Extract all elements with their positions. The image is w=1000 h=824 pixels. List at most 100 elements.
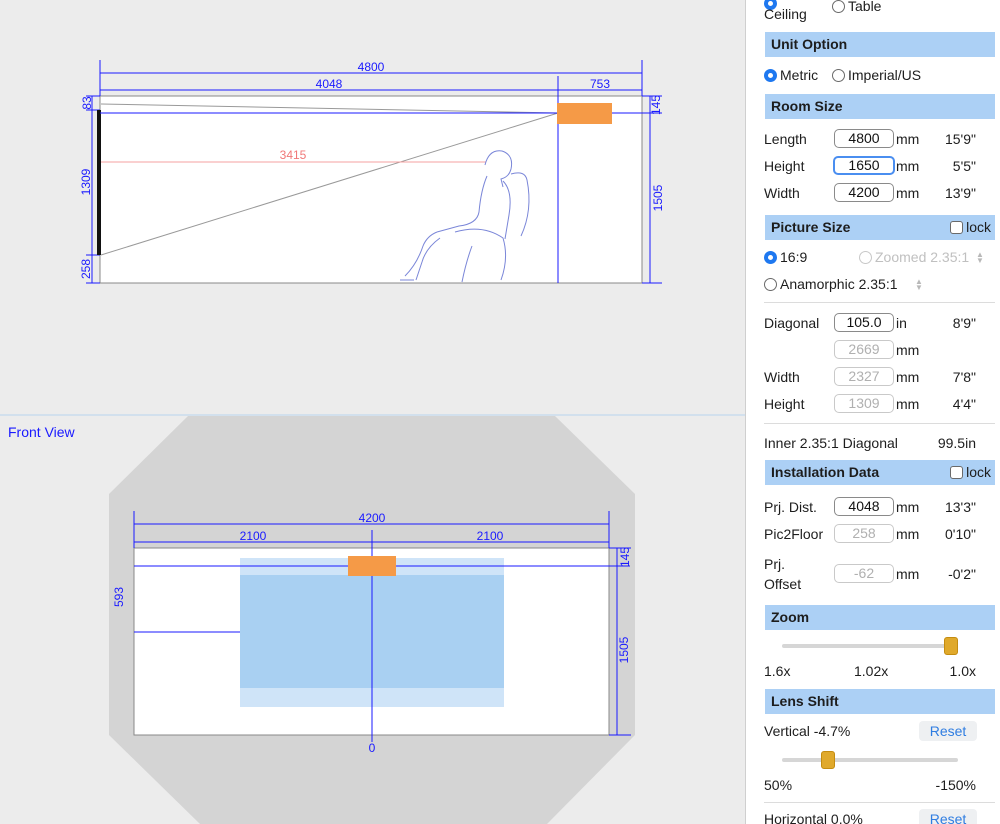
dim-bottom-gap: 258 (79, 259, 93, 279)
radio-icon[interactable] (859, 251, 872, 264)
inner-diagonal-label: Inner 2.35:1 Diagonal (764, 435, 898, 451)
installation-title: Installation Data (771, 464, 880, 480)
prj-offset-label: Prj. Offset (764, 556, 802, 592)
diagonal-unit: in (896, 315, 907, 331)
side-view: 4800 4048 753 83 1309 258 145 1505 3415 (79, 60, 665, 284)
zoomed-stepper-icon[interactable]: ▲ ▼ (976, 251, 984, 265)
drawing-canvas: 4800 4048 753 83 1309 258 145 1505 3415 … (0, 0, 745, 824)
room-side-outline (99, 95, 643, 284)
ratio-169-option[interactable]: 16:9 (764, 248, 807, 266)
ratio-zoomed-option[interactable]: Zoomed 2.35:1 (859, 248, 969, 266)
radio-icon[interactable] (764, 69, 777, 82)
installation-lock-label: lock (966, 464, 991, 480)
mount-ceiling-label: Ceiling (764, 6, 807, 22)
radio-icon[interactable] (832, 0, 845, 13)
unit-option-header: Unit Option (765, 32, 995, 57)
picture-lock-label: lock (966, 219, 991, 235)
metric-option[interactable]: Metric (764, 66, 818, 84)
radio-icon[interactable] (764, 251, 777, 264)
dim-top-gap: 83 (80, 96, 94, 110)
dim-seat-distance: 3415 (280, 148, 307, 162)
room-height-imperial: 5'5" (952, 158, 976, 174)
dim-front-room-height: 1505 (617, 636, 631, 663)
room-height-label: Height (764, 158, 805, 174)
dim-room-length: 4800 (358, 60, 385, 74)
metric-label: Metric (780, 67, 819, 83)
mount-table-option[interactable]: Table (832, 0, 881, 15)
vertical-shift-label: Vertical -4.7% (764, 723, 851, 739)
pic2floor-input[interactable]: 258 (834, 524, 894, 543)
radio-icon[interactable] (764, 278, 777, 291)
zoom-header: Zoom (765, 605, 995, 630)
front-view-title: Front View (8, 424, 76, 440)
dim-room-height: 1505 (651, 184, 665, 211)
screen-side (97, 110, 101, 255)
zoom-min-label: 1.6x (764, 663, 791, 679)
checkbox-icon[interactable] (950, 466, 964, 479)
prj-offset-imperial: -0'2" (948, 566, 976, 582)
lens-shift-header: Lens Shift (765, 689, 995, 714)
anamorphic-stepper-icon[interactable]: ▲ ▼ (915, 278, 923, 292)
divider (764, 802, 995, 803)
room-size-header: Room Size (765, 94, 995, 119)
inner-diagonal-value: 99.5in (937, 435, 976, 451)
zoom-slider-knob[interactable] (943, 637, 958, 655)
horizontal-shift-label: Horizontal 0.0% (764, 811, 863, 824)
zoom-slider-track[interactable] (782, 644, 958, 648)
dim-right-top: 145 (649, 95, 663, 115)
room-width-input[interactable]: 4200 (834, 183, 894, 202)
prj-dist-imperial: 13'3" (944, 499, 976, 515)
imperial-option[interactable]: Imperial/US (832, 66, 921, 84)
ratio-zoomed-label: Zoomed 2.35:1 (875, 249, 970, 265)
projector-side[interactable] (557, 103, 612, 124)
diagonal-mm-input[interactable]: 2669 (834, 340, 894, 359)
dim-front-right-top: 145 (618, 547, 632, 567)
settings-panel: Ceiling Table Unit Option Metric Imperia… (745, 0, 1000, 824)
vertical-reset-button[interactable]: Reset (919, 721, 977, 741)
dim-left-half: 2100 (240, 529, 267, 543)
ratio-169-label: 16:9 (780, 249, 808, 265)
prj-dist-input[interactable]: 4048 (834, 497, 894, 516)
picture-height-imperial: 4'4" (952, 396, 976, 412)
zoom-max-label: 1.0x (949, 663, 976, 679)
horizontal-reset-button[interactable]: Reset (919, 809, 977, 824)
picture-size-header: Picture Size lock (765, 215, 995, 240)
picture-height-label: Height (764, 396, 805, 412)
room-width-imperial: 13'9" (944, 185, 976, 201)
dim-throw: 4048 (316, 77, 343, 91)
front-view: 4200 2100 2100 593 145 1505 0 (109, 416, 635, 824)
shift-max-label: -150% (935, 777, 976, 793)
radio-icon[interactable] (832, 69, 845, 82)
prj-offset-input[interactable]: -62 (834, 564, 894, 583)
room-length-input[interactable]: 4800 (834, 129, 894, 148)
divider (764, 423, 995, 424)
mount-table-label: Table (848, 0, 882, 14)
projector-front[interactable] (348, 556, 396, 576)
prj-dist-label: Prj. Dist. (764, 499, 817, 515)
diagram-svg: 4800 4048 753 83 1309 258 145 1505 3415 … (0, 60, 745, 824)
picture-width-imperial: 7'8" (952, 369, 976, 385)
picture-size-title: Picture Size (771, 219, 851, 235)
vertical-shift-knob[interactable] (820, 751, 835, 769)
zoom-current-label: 1.02x (854, 663, 889, 679)
diagonal-input[interactable]: 105.0 (834, 313, 894, 332)
ratio-anamorphic-option[interactable]: Anamorphic 2.35:1 (764, 275, 898, 293)
imperial-label: Imperial/US (848, 67, 922, 83)
room-height-input[interactable]: 1650 (833, 156, 895, 175)
picture-lock-toggle[interactable]: lock (950, 215, 991, 240)
diagonal-mm-unit: mm (896, 342, 920, 358)
room-length-label: Length (764, 131, 807, 147)
dim-center: 0 (369, 741, 376, 755)
checkbox-icon[interactable] (950, 221, 964, 234)
dim-right-half: 2100 (477, 529, 504, 543)
diagonal-label: Diagonal (764, 315, 820, 331)
diagonal-imperial: 8'9" (952, 315, 976, 331)
installation-lock-toggle[interactable]: lock (950, 460, 991, 485)
divider (764, 302, 995, 303)
shift-min-label: 50% (764, 777, 793, 793)
picture-height-input[interactable]: 1309 (834, 394, 894, 413)
pic2floor-label: Pic2Floor (764, 526, 824, 542)
vertical-shift-track[interactable] (782, 758, 958, 762)
room-length-imperial: 15'9" (944, 131, 976, 147)
picture-width-input[interactable]: 2327 (834, 367, 894, 386)
